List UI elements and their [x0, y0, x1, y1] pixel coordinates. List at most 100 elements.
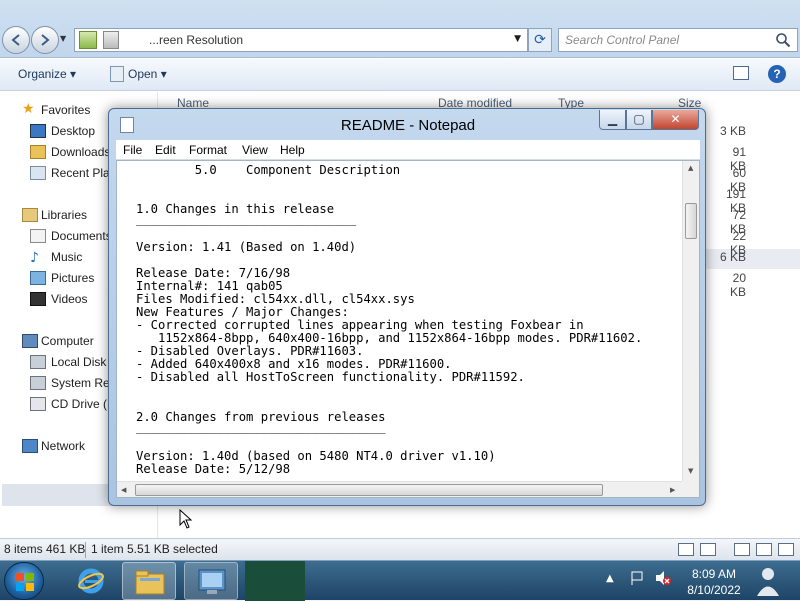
scroll-up-arrow-icon[interactable]: ▲ — [688, 164, 693, 172]
internet-explorer-icon — [78, 568, 104, 594]
forward-arrow-icon — [41, 34, 50, 46]
local-disk-icon — [30, 355, 46, 369]
scroll-right-arrow-icon[interactable]: ▶ — [670, 486, 675, 494]
notepad-menubar: File Edit Format View Help — [116, 140, 700, 160]
notepad-window: README - Notepad ▁ ▢ ✕ File Edit Format … — [108, 108, 706, 506]
status-divider — [85, 542, 86, 558]
address-text: ...reen Resolution — [149, 33, 244, 47]
layout-icon[interactable] — [778, 543, 794, 556]
address-dropdown-icon[interactable]: ▼ — [514, 34, 521, 44]
notepad-text-area[interactable]: 5.0 Component Description 1.0 Changes in… — [116, 160, 700, 498]
downloads-icon — [30, 145, 46, 159]
address-bar[interactable]: ...reen Resolution ▼ — [74, 28, 528, 52]
menu-edit[interactable]: Edit — [155, 143, 176, 157]
search-icon[interactable] — [775, 32, 791, 48]
nav-pictures[interactable]: Pictures — [51, 271, 94, 285]
clock-time: 8:09 AM — [691, 567, 737, 581]
file-size: 6 KB — [719, 250, 746, 264]
status-selection: 1 item 5.51 KB selected — [91, 542, 218, 556]
nav-desktop[interactable]: Desktop — [51, 124, 95, 138]
favorites-star-icon: ★ — [22, 101, 35, 117]
status-item-count: 8 items 461 KB — [4, 542, 86, 556]
search-input[interactable]: Search Control Panel — [558, 28, 798, 52]
back-arrow-icon — [11, 34, 20, 46]
recent-pages-dropdown-icon[interactable]: ▼ — [60, 34, 66, 43]
details-view-icon[interactable] — [678, 543, 694, 556]
explorer-titlebar: ▼ ...reen Resolution ▼ ⟳ Search Control … — [0, 0, 800, 58]
clock-date: 8/10/2022 — [687, 583, 741, 597]
user-avatar-button[interactable] — [746, 561, 786, 601]
nav-videos[interactable]: Videos — [51, 292, 87, 306]
notepad-content[interactable]: 5.0 Component Description 1.0 Changes in… — [117, 161, 685, 481]
close-button[interactable]: ✕ — [652, 110, 699, 130]
tiles-view-icon[interactable] — [700, 543, 716, 556]
maximize-icon: ▢ — [633, 112, 645, 126]
text-line: - Disabled all HostToScreen functionalit… — [136, 370, 525, 384]
text-line: __________________________________ — [136, 420, 386, 434]
user-avatar-icon — [757, 568, 779, 596]
organize-button[interactable]: Organize ▾ — [18, 67, 76, 81]
nav-music[interactable]: Music — [51, 250, 82, 264]
cd-drive-icon — [30, 397, 46, 411]
show-hidden-icons-icon[interactable]: ▲ — [606, 573, 614, 584]
text-line: Version: 1.41 (Based on 1.40d) — [136, 240, 357, 254]
vertical-scroll-thumb[interactable] — [685, 203, 697, 239]
system-reserved-icon — [30, 376, 46, 390]
file-size: 20 KB — [729, 271, 746, 299]
nav-libraries[interactable]: Libraries — [41, 208, 87, 222]
action-center-flag-icon[interactable] — [630, 570, 646, 586]
libraries-icon — [22, 208, 38, 222]
volume-muted-icon[interactable] — [654, 570, 672, 586]
menu-view[interactable]: View — [242, 143, 268, 157]
search-placeholder: Search Control Panel — [565, 33, 680, 47]
horizontal-scroll-thumb[interactable] — [135, 484, 603, 496]
network-icon — [22, 439, 38, 453]
folder-icon — [135, 570, 165, 595]
close-icon: ✕ — [670, 112, 681, 126]
scrollbar-corner — [682, 481, 699, 497]
horizontal-scrollbar[interactable]: ◀ ▶ — [117, 481, 683, 497]
videos-icon — [30, 292, 46, 306]
control-panel-icon — [198, 569, 226, 594]
nav-network[interactable]: Network — [41, 439, 85, 453]
details-pane-icon[interactable] — [756, 543, 772, 556]
maximize-button[interactable]: ▢ — [626, 110, 652, 130]
pictures-icon — [30, 271, 46, 285]
computer-icon — [22, 334, 38, 348]
scroll-down-arrow-icon[interactable]: ▼ — [688, 467, 693, 475]
music-icon: ♪ — [30, 250, 39, 266]
desktop-icon — [30, 124, 46, 138]
vertical-scrollbar[interactable]: ▲ ▼ — [682, 161, 699, 481]
recent-places-icon — [30, 166, 46, 180]
help-icon[interactable]: ? — [768, 65, 786, 83]
refresh-button[interactable]: ⟳ — [528, 28, 552, 52]
control-panel-icon — [79, 31, 97, 49]
display-icon — [103, 31, 119, 49]
file-size: 3 KB — [719, 124, 746, 138]
text-line: ______________________________ — [136, 212, 357, 226]
nav-computer[interactable]: Computer — [41, 334, 94, 348]
menu-file[interactable]: File — [123, 143, 142, 157]
nav-documents[interactable]: Documents — [51, 229, 112, 243]
forward-button[interactable] — [31, 26, 59, 54]
nav-downloads[interactable]: Downloads — [51, 145, 110, 159]
taskbar-internet-explorer[interactable] — [64, 562, 118, 600]
open-icon — [110, 66, 124, 82]
preview-pane-button[interactable] — [733, 66, 749, 80]
clock[interactable]: 8:09 AM 8/10/2022 — [684, 566, 744, 598]
taskbar: ▲ 8:09 AM 8/10/2022 — [0, 560, 800, 601]
back-button[interactable] — [2, 26, 30, 54]
preview-pane-icon[interactable] — [734, 543, 750, 556]
menu-help[interactable]: Help — [280, 143, 305, 157]
minimize-button[interactable]: ▁ — [599, 110, 626, 130]
status-bar: 8 items 461 KB 1 item 5.51 KB selected — [0, 538, 800, 560]
start-button[interactable] — [4, 562, 44, 600]
menu-format[interactable]: Format — [189, 143, 227, 157]
scroll-left-arrow-icon[interactable]: ◀ — [121, 486, 126, 494]
open-button[interactable]: Open ▾ — [128, 67, 167, 81]
taskbar-windows-explorer[interactable] — [122, 562, 176, 600]
documents-icon — [30, 229, 46, 243]
nav-favorites[interactable]: Favorites — [41, 103, 90, 117]
taskbar-control-panel[interactable] — [184, 562, 238, 600]
refresh-icon: ⟳ — [534, 32, 546, 48]
